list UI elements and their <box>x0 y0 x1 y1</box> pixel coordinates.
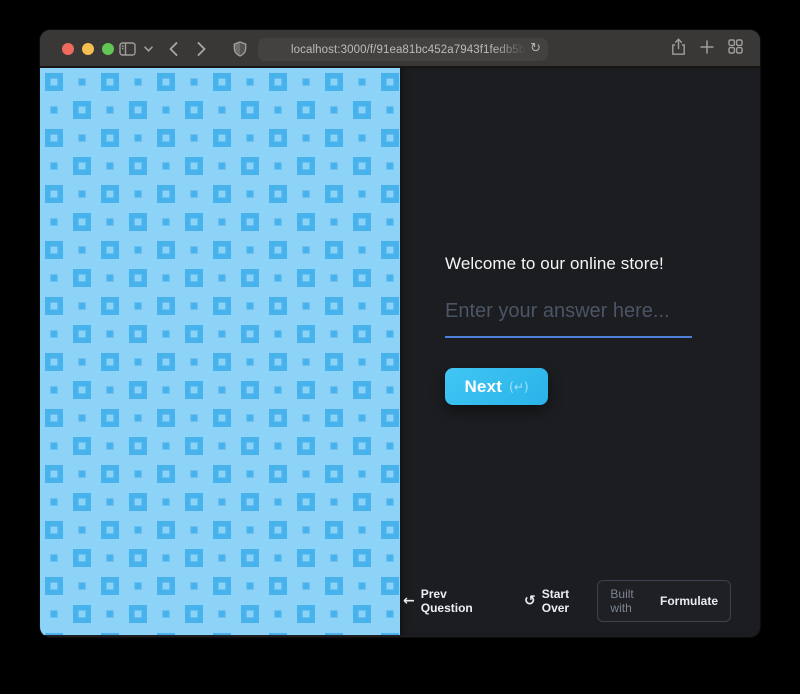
form-footer: ← Prev Question ↺ Start Over Built with … <box>403 580 731 622</box>
forward-icon[interactable] <box>197 30 206 68</box>
built-with-label: Built with <box>610 587 634 615</box>
form-panel: Welcome to our online store! Next (↵) ← … <box>400 68 760 635</box>
share-icon[interactable] <box>671 38 686 61</box>
minimize-window-button[interactable] <box>82 43 94 55</box>
reload-icon[interactable]: ↻ <box>530 41 541 56</box>
shield-icon[interactable] <box>233 30 247 68</box>
prev-question-label: Prev Question <box>420 587 473 615</box>
next-button[interactable]: Next (↵) <box>445 368 548 405</box>
next-button-label: Next <box>464 376 503 396</box>
arrow-left-icon: ← <box>403 593 415 609</box>
start-over-label: Start Over <box>541 587 570 615</box>
square-pattern-graphic <box>40 68 400 635</box>
enter-key-hint: (↵) <box>509 379 529 394</box>
prev-question-button[interactable]: ← Prev Question <box>403 587 499 615</box>
built-with-badge[interactable]: Built with Formulate <box>597 580 731 622</box>
address-bar[interactable]: localhost:3000/f/91ea81bc452a7943f1fedb5… <box>258 38 548 61</box>
url-text: localhost:3000/f/91ea81bc452a7943f1fedb5… <box>291 43 529 56</box>
zoom-window-button[interactable] <box>102 43 114 55</box>
back-icon[interactable] <box>169 30 178 68</box>
answer-field-wrap <box>445 296 692 338</box>
tab-grid-icon[interactable] <box>728 39 743 59</box>
start-over-button[interactable]: ↺ Start Over <box>524 587 597 615</box>
page-content: Welcome to our online store! Next (↵) ← … <box>40 68 760 635</box>
question-title: Welcome to our online store! <box>445 254 664 273</box>
answer-input[interactable] <box>445 296 692 338</box>
sidebar-icon[interactable] <box>119 30 136 68</box>
toolbar-right-cluster <box>671 30 743 68</box>
brand-name: Formulate <box>659 594 718 608</box>
chevron-down-icon[interactable] <box>144 30 153 68</box>
close-window-button[interactable] <box>62 43 74 55</box>
plus-icon[interactable] <box>700 39 714 59</box>
browser-toolbar: localhost:3000/f/91ea81bc452a7943f1fedb5… <box>40 30 760 68</box>
traffic-lights <box>62 43 114 55</box>
decorative-pattern-panel <box>40 68 400 635</box>
browser-window: localhost:3000/f/91ea81bc452a7943f1fedb5… <box>40 30 760 637</box>
restart-icon: ↺ <box>524 593 536 609</box>
